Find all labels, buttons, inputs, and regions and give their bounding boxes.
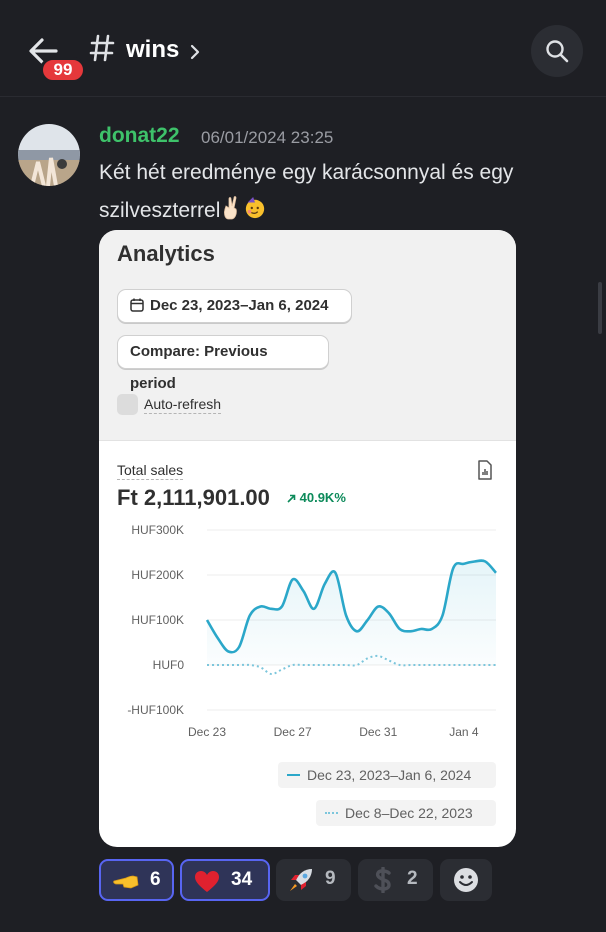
legend-current-label: Dec 23, 2023–Jan 6, 2024: [307, 767, 472, 783]
date-range-button[interactable]: Dec 23, 2023–Jan 6, 2024: [117, 289, 352, 323]
add-reaction-button[interactable]: [440, 859, 492, 901]
rocket-icon: [290, 869, 312, 891]
crossed-fingers-emoji-icon: [224, 196, 238, 220]
metric-change-value: 40.9K%: [299, 490, 346, 505]
metric-value: Ft 2,111,901.00: [117, 485, 270, 510]
message-text-line2: szilveszterrel: [99, 199, 221, 222]
x-tick-label: Jan 4: [449, 725, 479, 739]
smiley-add-icon: [454, 868, 478, 892]
reaction-pointing-hand[interactable]: 6: [99, 859, 174, 901]
analytics-card-image[interactable]: Analytics Dec 23, 2023–Jan 6, 2024 Compa…: [99, 230, 516, 847]
search-icon: [546, 40, 569, 63]
message-text-line1: Két hét eredménye egy karácsonnyal és eg…: [99, 161, 514, 184]
calendar-icon: [130, 298, 144, 312]
message-timestamp: 06/01/2024 23:25: [201, 128, 334, 147]
legend-current-period: Dec 23, 2023–Jan 6, 2024: [278, 762, 496, 788]
message-author[interactable]: donat22: [99, 124, 180, 148]
analytics-title: Analytics: [117, 241, 215, 266]
reaction-count: 34: [231, 869, 253, 890]
dollar-sign-icon: [374, 867, 391, 893]
reaction-rocket[interactable]: 9: [276, 859, 351, 901]
hashtag-icon: [89, 34, 115, 62]
reaction-count: 6: [150, 869, 161, 890]
heart-icon: [195, 871, 219, 892]
date-range-label: Dec 23, 2023–Jan 6, 2024: [150, 297, 329, 314]
search-button[interactable]: [531, 25, 583, 77]
y-tick-label: HUF200K: [131, 568, 184, 582]
reaction-dollar[interactable]: 2: [358, 859, 433, 901]
reaction-count: 9: [325, 868, 336, 889]
metric-change: 40.9K%: [287, 490, 346, 505]
message-text: Két hét eredménye egy karácsonnyal és eg…: [99, 154, 579, 230]
reaction-heart[interactable]: 34: [180, 859, 270, 901]
compare-button[interactable]: Compare: Previous period: [117, 335, 329, 392]
channel-name[interactable]: wins: [126, 36, 179, 64]
x-tick-label: Dec 31: [359, 725, 397, 739]
pointing-hand-icon: [113, 875, 139, 889]
partying-face-emoji-icon: [246, 197, 265, 219]
legend-previous-label: Dec 8–Dec 22, 2023: [345, 805, 473, 821]
x-tick-label: Dec 23: [188, 725, 226, 739]
y-tick-label: HUF300K: [131, 523, 184, 537]
arrow-up-right-icon: [287, 494, 296, 503]
sales-line-chart: HUF300K HUF200K HUF100K HUF0 -HUF100K Dec 23…: [127, 523, 497, 739]
channel-header: 99 wins: [0, 0, 606, 97]
auto-refresh-checkbox[interactable]: [117, 394, 138, 415]
y-tick-label: HUF100K: [131, 613, 184, 627]
reaction-count: 2: [407, 868, 418, 889]
export-report-icon[interactable]: [477, 460, 493, 480]
avatar[interactable]: [18, 124, 80, 186]
analytics-header-panel: Analytics Dec 23, 2023–Jan 6, 2024 Compa…: [99, 230, 516, 441]
legend-previous-period: Dec 8–Dec 22, 2023: [316, 800, 496, 826]
unread-badge: 99: [40, 57, 86, 83]
scrollbar[interactable]: [598, 282, 602, 334]
y-tick-label: HUF0: [153, 658, 185, 672]
chevron-right-icon[interactable]: [190, 44, 200, 60]
auto-refresh-label: Auto-refresh: [144, 396, 222, 414]
metric-label: Total sales: [117, 462, 184, 480]
x-tick-label: Dec 27: [274, 725, 312, 739]
y-tick-label: -HUF100K: [127, 703, 184, 717]
